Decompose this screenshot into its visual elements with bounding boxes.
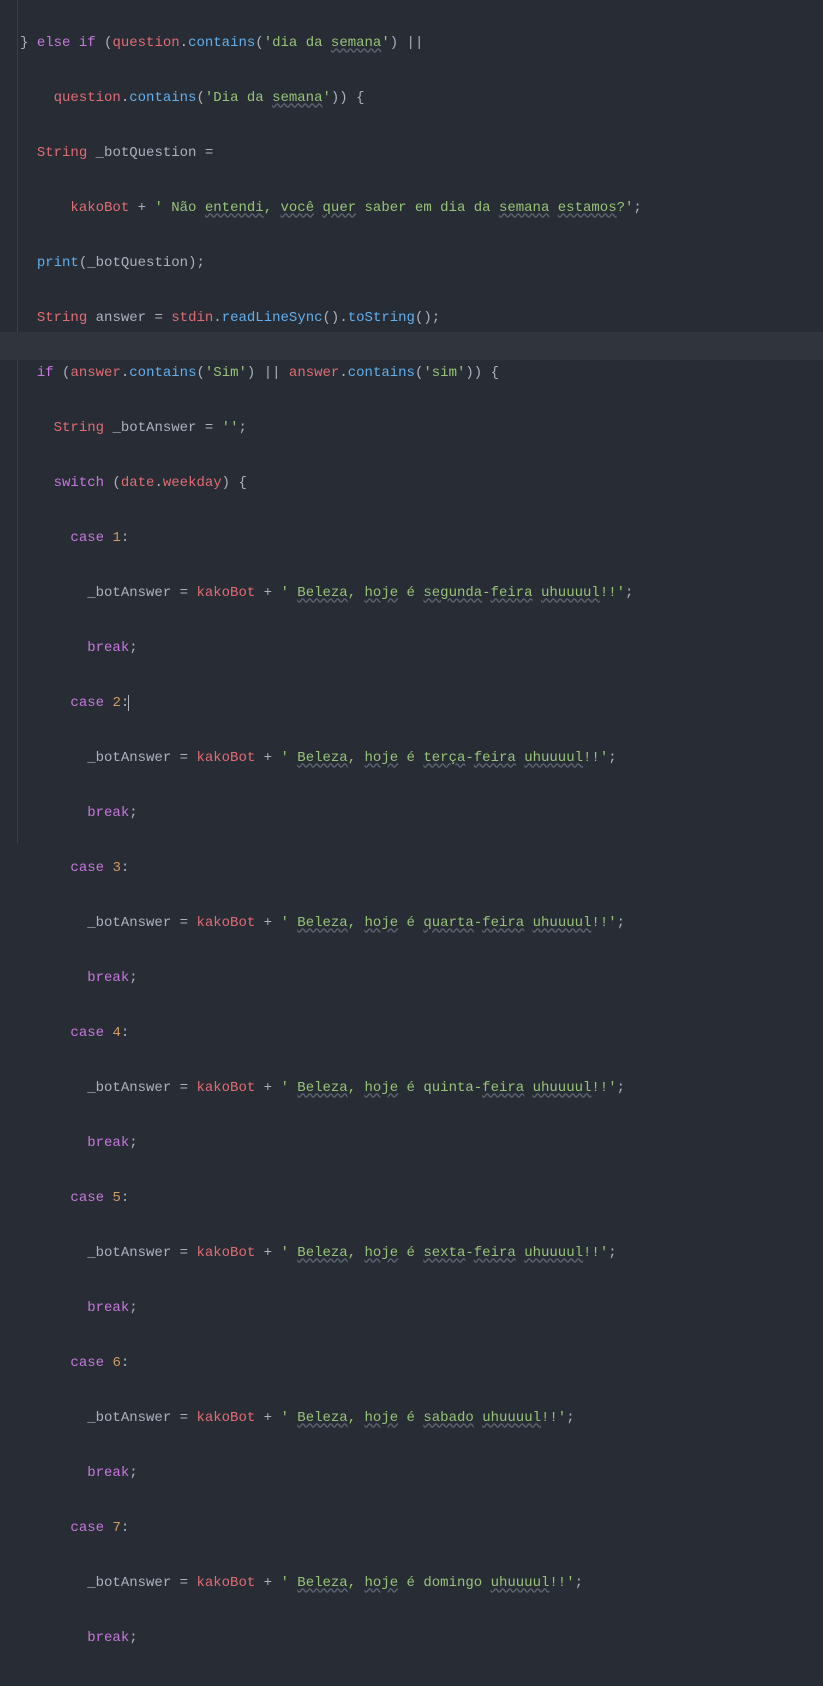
code-line[interactable]: kakoBot + ' Não entendi, você quer saber… xyxy=(18,195,642,223)
code-line[interactable]: String answer = stdin.readLineSync().toS… xyxy=(18,305,642,333)
code-line[interactable]: } else if (question.contains('dia da sem… xyxy=(18,30,642,58)
code-line[interactable]: _botAnswer = kakoBot + ' Beleza, hoje é … xyxy=(18,1570,642,1598)
code-line[interactable]: _botAnswer = kakoBot + ' Beleza, hoje é … xyxy=(18,745,642,773)
code-line[interactable]: switch (date.weekday) { xyxy=(18,470,642,498)
code-editor-content[interactable]: } else if (question.contains('dia da sem… xyxy=(18,0,642,1686)
code-line[interactable]: case 4: xyxy=(18,1020,642,1048)
code-line[interactable]: print(_botQuestion); xyxy=(18,250,642,278)
code-line[interactable]: _botAnswer = kakoBot + ' Beleza, hoje é … xyxy=(18,910,642,938)
code-line[interactable]: if (answer.contains('Sim') || answer.con… xyxy=(18,360,642,388)
code-line[interactable]: _botAnswer = kakoBot + ' Beleza, hoje é … xyxy=(18,1075,642,1103)
code-line[interactable]: _botAnswer = kakoBot + ' Beleza, hoje é … xyxy=(18,1240,642,1268)
text-cursor xyxy=(128,695,129,711)
code-line[interactable]: _botAnswer = kakoBot + ' Beleza, hoje é … xyxy=(18,580,642,608)
code-line[interactable]: case 3: xyxy=(18,855,642,883)
code-line[interactable]: break; xyxy=(18,965,642,993)
code-line[interactable]: case 7: xyxy=(18,1515,642,1543)
code-line[interactable]: break; xyxy=(18,635,642,663)
code-line[interactable]: question.contains('Dia da semana')) { xyxy=(18,85,642,113)
code-line[interactable]: String _botQuestion = xyxy=(18,140,642,168)
code-line[interactable]: default: xyxy=(18,1680,642,1686)
code-line[interactable]: break; xyxy=(18,1625,642,1653)
code-line[interactable]: break; xyxy=(18,800,642,828)
code-line[interactable]: String _botAnswer = ''; xyxy=(18,415,642,443)
code-line[interactable]: break; xyxy=(18,1130,642,1158)
code-line[interactable]: _botAnswer = kakoBot + ' Beleza, hoje é … xyxy=(18,1405,642,1433)
code-line[interactable]: case 6: xyxy=(18,1350,642,1378)
code-line[interactable]: case 5: xyxy=(18,1185,642,1213)
editor-gutter xyxy=(0,0,18,843)
code-line[interactable]: case 2: xyxy=(18,690,642,718)
code-line[interactable]: break; xyxy=(18,1295,642,1323)
code-line[interactable]: break; xyxy=(18,1460,642,1488)
code-line[interactable]: case 1: xyxy=(18,525,642,553)
